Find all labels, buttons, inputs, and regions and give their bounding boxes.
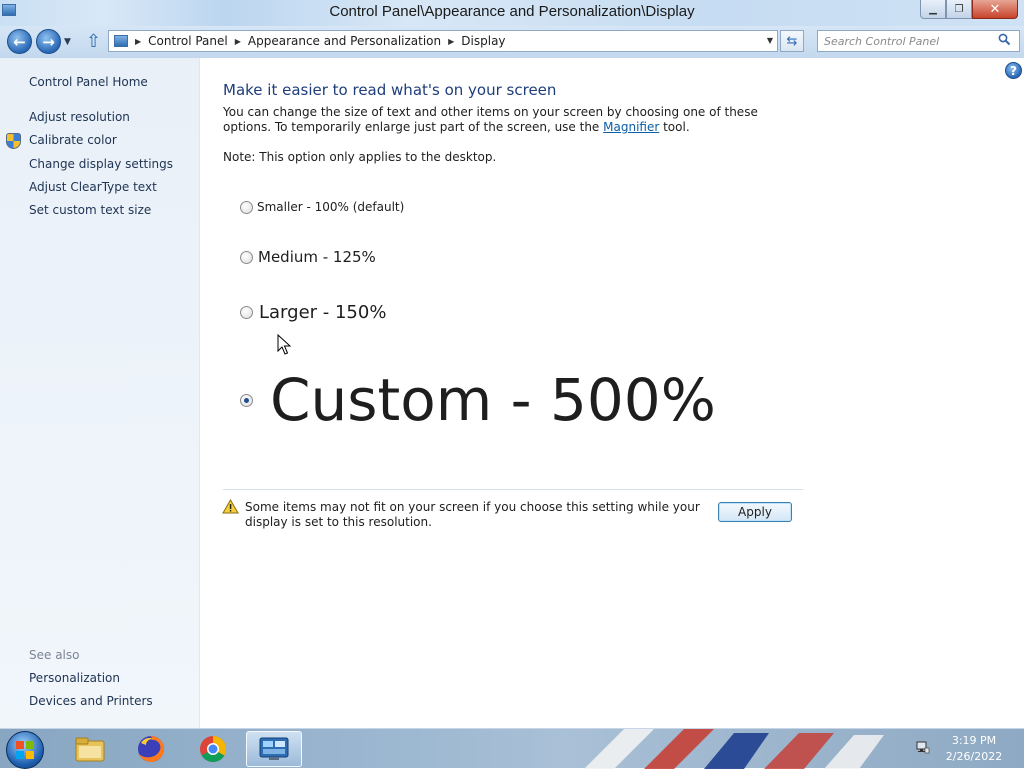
up-level-button[interactable]: ⇧ xyxy=(86,31,101,52)
taskbar-firefox[interactable] xyxy=(123,731,179,767)
task-set-custom-text-size[interactable]: Set custom text size xyxy=(0,203,200,226)
breadcrumb-appearance[interactable]: Appearance and Personalization xyxy=(248,34,441,48)
window-title: Control Panel\Appearance and Personaliza… xyxy=(329,3,695,20)
shield-icon xyxy=(6,133,21,150)
refresh-icon: ⇆ xyxy=(786,33,798,49)
option-label[interactable]: Medium - 125% xyxy=(258,248,376,266)
see-also-heading: See also xyxy=(29,648,80,662)
breadcrumb-arrow-icon[interactable]: ▶ xyxy=(135,37,141,46)
radio-smaller[interactable] xyxy=(240,200,253,214)
option-label[interactable]: Larger - 150% xyxy=(259,302,386,323)
warning-icon xyxy=(222,498,239,517)
refresh-button[interactable]: ⇆ xyxy=(780,30,804,52)
breadcrumb-arrow-icon[interactable]: ▶ xyxy=(235,37,241,46)
intro-text: You can change the size of text and othe… xyxy=(223,105,783,135)
search-icon[interactable] xyxy=(998,33,1011,50)
clock-time: 3:19 PM xyxy=(951,734,997,747)
back-button[interactable]: ← xyxy=(7,29,32,54)
control-panel-home-link[interactable]: Control Panel Home xyxy=(29,75,148,89)
wallpaper-peek xyxy=(584,729,904,769)
radio-larger[interactable] xyxy=(240,306,253,319)
option-medium[interactable]: Medium - 125% xyxy=(240,248,376,266)
forward-arrow-icon: → xyxy=(42,32,55,51)
network-tray-icon[interactable] xyxy=(916,740,930,754)
devices-and-printers-link[interactable]: Devices and Printers xyxy=(29,694,153,708)
task-label[interactable]: Adjust ClearType text xyxy=(29,180,157,194)
breadcrumb-control-panel[interactable]: Control Panel xyxy=(148,34,228,48)
task-links: Adjust resolution Calibrate color Change… xyxy=(0,110,200,226)
breadcrumb-display[interactable]: Display xyxy=(461,34,505,48)
forward-button[interactable]: → xyxy=(36,29,61,54)
back-arrow-icon: ← xyxy=(13,32,26,51)
minimize-icon: ▁ xyxy=(929,3,937,15)
recent-pages-dropdown[interactable]: ▼ xyxy=(64,37,71,47)
task-calibrate-color[interactable]: Calibrate color xyxy=(0,133,200,156)
radio-medium[interactable] xyxy=(240,250,253,264)
task-adjust-resolution[interactable]: Adjust resolution xyxy=(0,110,200,133)
start-button[interactable] xyxy=(6,731,44,769)
option-smaller[interactable]: Smaller - 100% (default) xyxy=(240,200,404,214)
clock-date: 2/26/2022 xyxy=(945,750,1003,763)
page-title: Make it easier to read what's on your sc… xyxy=(223,81,557,99)
address-bar[interactable]: ▶ Control Panel ▶ Appearance and Persona… xyxy=(108,30,778,52)
personalization-link[interactable]: Personalization xyxy=(29,671,120,685)
help-icon[interactable]: ? xyxy=(1005,62,1022,79)
chrome-icon xyxy=(200,735,226,763)
search-input[interactable] xyxy=(818,32,996,50)
taskbar-control-panel[interactable] xyxy=(246,731,302,767)
desktop-note: Note: This option only applies to the de… xyxy=(223,150,497,164)
task-change-display-settings[interactable]: Change display settings xyxy=(0,157,200,180)
radio-custom[interactable] xyxy=(240,393,253,407)
warning-message: Some items may not fit on your screen if… xyxy=(245,500,700,529)
task-label[interactable]: Set custom text size xyxy=(29,203,151,217)
control-panel-icon xyxy=(259,737,289,760)
option-label[interactable]: Smaller - 100% (default) xyxy=(257,200,404,214)
restore-icon: ❐ xyxy=(954,3,964,15)
close-icon: ✕ xyxy=(989,1,1001,17)
task-label[interactable]: Adjust resolution xyxy=(29,110,130,124)
taskbar-chrome[interactable] xyxy=(185,731,241,767)
task-label[interactable]: Calibrate color xyxy=(29,133,117,147)
window-controls: ▁ ❐ ✕ xyxy=(920,0,1018,20)
restore-button[interactable]: ❐ xyxy=(946,0,972,19)
task-pane: Control Panel Home Adjust resolution Cal… xyxy=(0,58,200,728)
section-divider xyxy=(223,489,803,490)
apply-button[interactable]: Apply xyxy=(718,502,792,522)
title-bar: Control Panel\Appearance and Personaliza… xyxy=(0,0,1024,26)
address-history-dropdown-icon[interactable]: ▼ xyxy=(767,36,773,45)
navigation-bar: ← → ▼ ⇧ ▶ Control Panel ▶ Appearance and… xyxy=(0,26,1024,58)
windows-logo-icon xyxy=(16,741,34,759)
breadcrumb-arrow-icon[interactable]: ▶ xyxy=(448,37,454,46)
task-adjust-cleartype[interactable]: Adjust ClearType text xyxy=(0,180,200,203)
up-arrow-icon: ⇧ xyxy=(86,31,102,52)
control-panel-icon xyxy=(114,35,128,47)
close-button[interactable]: ✕ xyxy=(972,0,1018,19)
option-custom[interactable]: Custom - 500% xyxy=(240,364,716,436)
intro-text-end: tool. xyxy=(659,120,690,134)
minimize-button[interactable]: ▁ xyxy=(920,0,946,19)
option-label[interactable]: Custom - 500% xyxy=(270,364,716,436)
taskbar-file-explorer[interactable] xyxy=(62,731,118,767)
option-larger[interactable]: Larger - 150% xyxy=(240,302,386,323)
task-label[interactable]: Change display settings xyxy=(29,157,173,171)
magnifier-link[interactable]: Magnifier xyxy=(603,120,659,134)
search-box[interactable] xyxy=(817,30,1020,52)
system-clock[interactable]: 3:19 PM 2/26/2022 xyxy=(944,733,1004,765)
file-explorer-icon xyxy=(75,737,105,762)
mouse-pointer-icon xyxy=(277,333,292,359)
firefox-icon xyxy=(138,736,164,762)
